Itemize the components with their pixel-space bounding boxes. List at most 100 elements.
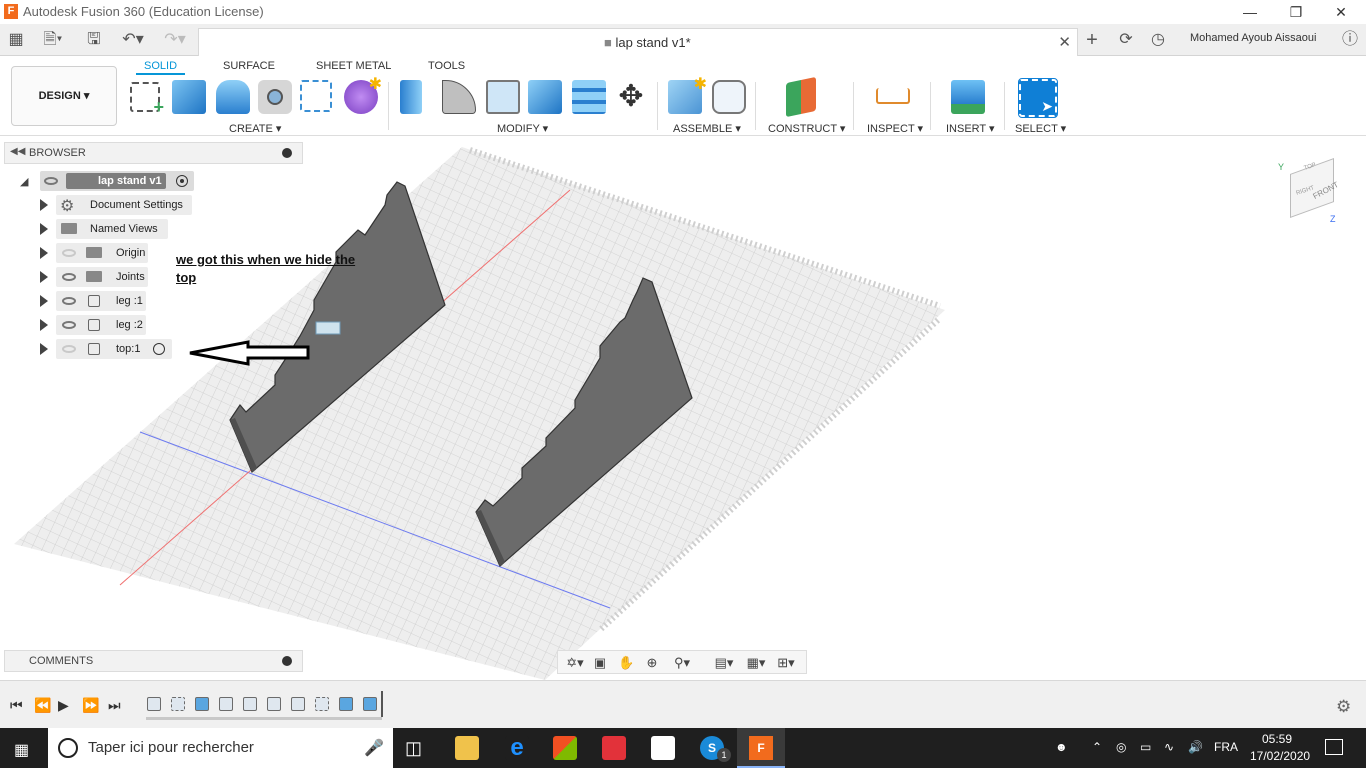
volume-icon[interactable]: 🔊 xyxy=(1188,740,1203,754)
fusion-taskbar-active[interactable]: F xyxy=(737,728,785,768)
go-to-start-icon[interactable]: ⏮ xyxy=(10,697,23,714)
expand-triangle-icon[interactable] xyxy=(40,295,48,307)
fit-zoom-icon[interactable]: ⚲▾ xyxy=(668,655,696,671)
gift-app-icon[interactable] xyxy=(602,736,626,760)
timeline-feature-icon[interactable] xyxy=(291,697,305,711)
assemble-menu[interactable]: ASSEMBLE ▾ xyxy=(673,122,741,135)
joint-marker-icon[interactable] xyxy=(315,321,341,335)
browser-minimize-icon[interactable] xyxy=(282,148,292,158)
collapse-triangle-icon[interactable]: ◢ xyxy=(20,175,28,188)
redo-button[interactable]: ↷▾ xyxy=(158,30,192,50)
new-component-icon[interactable]: ✱ xyxy=(668,76,707,114)
offset-plane-icon[interactable] xyxy=(786,76,816,118)
visibility-eye-icon[interactable] xyxy=(62,297,76,305)
joint-icon[interactable] xyxy=(712,80,746,114)
task-view-icon[interactable]: ◫ xyxy=(405,738,422,759)
viewcube[interactable]: FRONT TOP RIGHT Y Z xyxy=(1278,157,1348,228)
close-window-button[interactable]: ✕ xyxy=(1318,2,1364,22)
zoom-icon[interactable]: ⊕ xyxy=(644,655,660,671)
activate-radio-icon[interactable] xyxy=(153,343,165,355)
notifications-icon[interactable] xyxy=(1325,739,1343,755)
tab-sheet-metal[interactable]: SHEET METAL xyxy=(316,60,391,72)
grid-settings-icon[interactable]: ▦▾ xyxy=(742,655,770,671)
browser-root-row[interactable]: ◢ lap stand v1 xyxy=(18,171,198,191)
timeline-extrude-icon[interactable] xyxy=(339,697,353,711)
workspace-switcher[interactable]: DESIGN ▾ xyxy=(11,66,117,126)
browser-item-top-1[interactable]: top:1 xyxy=(36,339,196,359)
play-icon[interactable]: ▶ xyxy=(58,697,69,714)
clock-time[interactable]: 05:59 xyxy=(1262,732,1292,746)
network-error-icon[interactable]: ◎ xyxy=(1116,740,1126,754)
insert-image-icon[interactable] xyxy=(951,80,985,114)
user-name[interactable]: Mohamed Ayoub Aissaoui xyxy=(1190,32,1316,44)
clock-date[interactable]: 17/02/2020 xyxy=(1250,749,1310,763)
combine-icon[interactable] xyxy=(528,80,562,114)
new-tab-plus-icon[interactable]: + xyxy=(1080,30,1104,50)
mail-icon[interactable] xyxy=(651,736,675,760)
timeline-feature-icon[interactable] xyxy=(243,697,257,711)
timeline-settings-gear-icon[interactable]: ⚙ xyxy=(1336,697,1351,717)
extrude-icon[interactable] xyxy=(172,80,206,114)
windows-start-icon[interactable]: ▦ xyxy=(14,740,29,760)
tab-solid[interactable]: SOLID xyxy=(136,60,186,75)
timeline-joint-icon[interactable] xyxy=(267,697,281,711)
save-icon[interactable]: 🖫 xyxy=(84,30,104,50)
browser-item-joints[interactable]: Joints xyxy=(36,267,196,287)
measure-icon[interactable] xyxy=(876,88,910,104)
timeline-extrude-icon[interactable] xyxy=(195,697,209,711)
step-forward-icon[interactable]: ⏩ xyxy=(82,697,99,714)
microphone-icon[interactable]: 🎤 xyxy=(364,738,384,758)
store-icon[interactable] xyxy=(553,736,577,760)
battery-icon[interactable]: ▭ xyxy=(1140,740,1151,754)
expand-triangle-icon[interactable] xyxy=(40,343,48,355)
construct-menu[interactable]: CONSTRUCT ▾ xyxy=(768,122,845,135)
file-explorer-icon[interactable] xyxy=(455,736,479,760)
create-menu[interactable]: CREATE ▾ xyxy=(229,122,281,135)
browser-item-origin[interactable]: Origin xyxy=(36,243,196,263)
people-icon[interactable]: ☻ xyxy=(1055,740,1068,754)
go-to-end-icon[interactable]: ⏭ xyxy=(108,697,121,714)
move-copy-icon[interactable]: ✥ xyxy=(614,80,648,114)
inspect-menu[interactable]: INSPECT ▾ xyxy=(867,122,923,135)
undo-button[interactable]: ↶▾ xyxy=(116,30,150,50)
app-grid-icon[interactable]: ▦ xyxy=(6,30,26,50)
file-menu-button[interactable]: 🗎▾ xyxy=(38,30,68,50)
language-indicator[interactable]: FRA xyxy=(1214,740,1238,754)
visibility-eye-icon[interactable] xyxy=(62,273,76,281)
fillet-icon[interactable] xyxy=(442,80,476,114)
maximize-button[interactable]: ❐ xyxy=(1273,2,1319,22)
timeline-sketch-icon[interactable] xyxy=(171,697,185,711)
timeline-feature-icon[interactable] xyxy=(147,697,161,711)
browser-item-leg-2[interactable]: leg :2 xyxy=(36,315,196,335)
hole-icon[interactable] xyxy=(258,80,292,114)
timeline-extrude-icon[interactable] xyxy=(363,697,377,711)
press-pull-icon[interactable] xyxy=(400,80,422,114)
browser-item-document-settings[interactable]: ⚙ Document Settings xyxy=(36,195,196,215)
design-canvas[interactable] xyxy=(0,137,1366,680)
modify-menu[interactable]: MODIFY ▾ xyxy=(497,122,548,135)
split-body-icon[interactable] xyxy=(572,80,606,114)
activate-radio-icon[interactable] xyxy=(176,175,188,187)
select-menu[interactable]: SELECT ▾ xyxy=(1015,122,1066,135)
pan-hand-icon[interactable]: ✋ xyxy=(618,655,634,671)
create-form-icon[interactable]: ✱ xyxy=(344,76,382,114)
visibility-eye-icon[interactable] xyxy=(62,321,76,329)
job-status-icon[interactable]: ◷ xyxy=(1146,30,1170,50)
browser-item-named-views[interactable]: Named Views xyxy=(36,219,196,239)
tab-tools[interactable]: TOOLS xyxy=(428,60,465,72)
orbit-icon[interactable]: ✡▾ xyxy=(562,655,588,671)
expand-triangle-icon[interactable] xyxy=(40,223,48,235)
timeline-marker[interactable] xyxy=(381,691,383,717)
help-icon[interactable]: ⓘ xyxy=(1338,30,1362,50)
expand-triangle-icon[interactable] xyxy=(40,271,48,283)
browser-panel-header[interactable]: ◀◀ BROWSER xyxy=(4,142,303,164)
timeline-sketch-icon[interactable] xyxy=(315,697,329,711)
close-tab-icon[interactable]: ✕ xyxy=(1058,33,1071,51)
visibility-eye-hidden-icon[interactable] xyxy=(62,249,76,257)
visibility-eye-icon[interactable] xyxy=(44,177,58,185)
edge-browser-icon[interactable]: e xyxy=(505,736,529,760)
browser-item-leg-1[interactable]: leg :1 xyxy=(36,291,196,311)
collapse-browser-icon[interactable]: ◀◀ xyxy=(10,146,25,157)
tab-surface[interactable]: SURFACE xyxy=(223,60,275,72)
insert-menu[interactable]: INSERT ▾ xyxy=(946,122,995,135)
